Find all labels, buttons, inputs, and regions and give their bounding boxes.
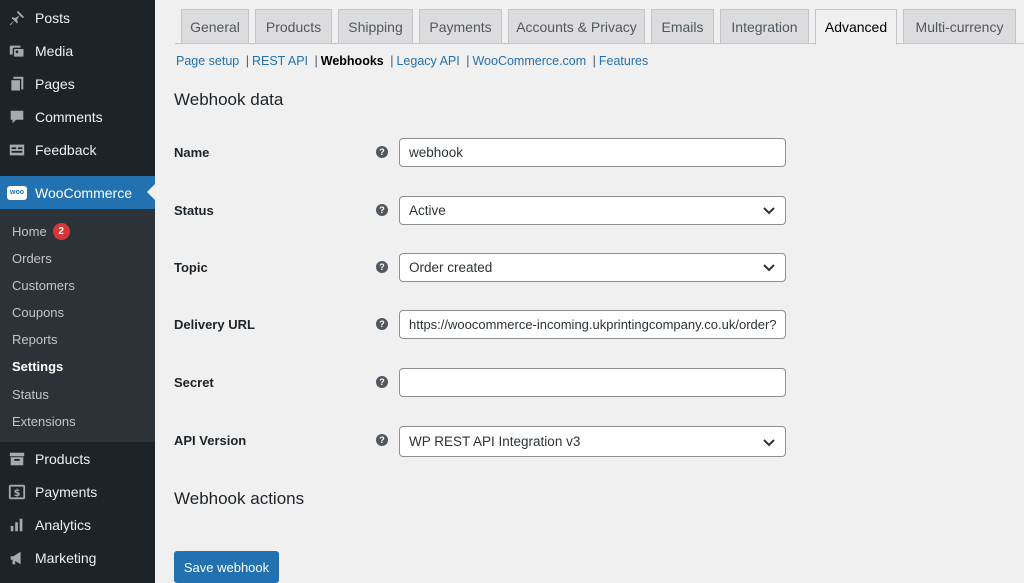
- menu-item-pages[interactable]: Pages: [0, 67, 155, 100]
- help-icon[interactable]: ?: [376, 261, 388, 273]
- save-webhook-button[interactable]: Save webhook: [174, 551, 279, 583]
- chevron-down-icon: [763, 264, 775, 272]
- menu-label: Marketing: [35, 549, 97, 566]
- subnav-separator: |: [390, 54, 394, 68]
- notification-badge: 2: [52, 222, 70, 240]
- submenu-item-reports[interactable]: Reports: [12, 329, 58, 349]
- menu-label: Pages: [35, 75, 75, 92]
- svg-text:$: $: [14, 488, 21, 499]
- menu-item-products[interactable]: Products: [0, 442, 155, 475]
- subnav-separator: |: [466, 54, 470, 68]
- subnav-webhooks: Webhooks: [320, 54, 384, 68]
- submenu-item-status[interactable]: Status: [12, 384, 49, 404]
- tab-general[interactable]: General: [181, 9, 249, 44]
- api-version-select[interactable]: WP REST API Integration v3: [399, 426, 786, 457]
- comment-icon: [0, 108, 34, 126]
- menu-label: Analytics: [35, 516, 92, 533]
- help-icon[interactable]: ?: [376, 434, 388, 446]
- woocommerce-submenu: Home 2 Orders Customers Coupons Reports …: [0, 209, 155, 442]
- menu-item-woocommerce[interactable]: woo WooCommerce: [0, 176, 155, 209]
- secret-label: Secret: [174, 375, 214, 390]
- subnav-legacy-api[interactable]: Legacy API: [396, 54, 459, 68]
- subnav-page-setup[interactable]: Page setup: [176, 54, 239, 68]
- webhook-data-heading: Webhook data: [174, 90, 284, 109]
- topic-select-value: Order created: [409, 260, 493, 275]
- subnav-features[interactable]: Features: [599, 54, 648, 68]
- bar-chart-icon: [0, 516, 34, 534]
- dollar-icon: $: [0, 483, 34, 501]
- tab-multi-currency[interactable]: Multi-currency: [903, 9, 1016, 44]
- megaphone-icon: [0, 549, 34, 567]
- menu-label: Comments: [35, 108, 103, 125]
- pushpin-icon: [0, 9, 34, 27]
- submenu-item-coupons[interactable]: Coupons: [12, 302, 64, 322]
- menu-item-payments[interactable]: $ Payments: [0, 475, 155, 508]
- status-label: Status: [174, 203, 214, 218]
- chevron-down-icon: [763, 207, 775, 215]
- subnav-separator: |: [245, 54, 249, 68]
- chevron-down-icon: [763, 439, 775, 447]
- webhook-actions-heading: Webhook actions: [174, 489, 305, 508]
- feedback-icon: [0, 141, 34, 159]
- status-select-value: Active: [409, 203, 446, 218]
- subsection-nav: Page setup | REST API | Webhooks | Legacy A…: [176, 54, 648, 68]
- menu-item-media[interactable]: Media: [0, 34, 155, 67]
- status-select[interactable]: Active: [399, 196, 786, 225]
- name-label: Name: [174, 145, 210, 160]
- menu-item-posts[interactable]: Posts: [0, 1, 155, 34]
- tab-shipping[interactable]: Shipping: [338, 9, 413, 44]
- archive-icon: [0, 450, 34, 468]
- submenu-item-home[interactable]: Home 2: [12, 221, 70, 241]
- subnav-separator: |: [592, 54, 596, 68]
- submenu-item-settings[interactable]: Settings: [12, 356, 63, 376]
- menu-item-marketing[interactable]: Marketing: [0, 541, 155, 574]
- delivery-url-input[interactable]: https://woocommerce-incoming.ukprintingc…: [399, 310, 786, 339]
- menu-item-feedback[interactable]: Feedback: [0, 133, 155, 166]
- tab-payments[interactable]: Payments: [419, 9, 502, 44]
- subnav-woocommerce-com[interactable]: WooCommerce.com: [472, 54, 586, 68]
- tab-integration[interactable]: Integration: [720, 9, 809, 44]
- pages-icon: [0, 75, 34, 93]
- topic-label: Topic: [174, 260, 208, 275]
- help-icon[interactable]: ?: [376, 318, 388, 330]
- delivery-url-label: Delivery URL: [174, 317, 255, 332]
- tab-accounts-privacy[interactable]: Accounts & Privacy: [508, 9, 645, 44]
- api-version-select-value: WP REST API Integration v3: [409, 434, 581, 449]
- api-version-label: API Version: [174, 433, 247, 448]
- woo-logo: woo: [7, 185, 27, 200]
- tab-emails[interactable]: Emails: [651, 9, 714, 44]
- menu-label: Posts: [35, 9, 71, 26]
- menu-label: Feedback: [35, 141, 97, 158]
- woo-icon: woo: [0, 185, 34, 200]
- tab-products[interactable]: Products: [255, 9, 332, 44]
- help-icon[interactable]: ?: [376, 376, 388, 388]
- media-icon: [0, 42, 34, 60]
- menu-label: Products: [35, 450, 91, 467]
- current-menu-arrow: [147, 184, 155, 200]
- topic-select[interactable]: Order created: [399, 253, 786, 282]
- subnav-rest-api[interactable]: REST API: [252, 54, 308, 68]
- menu-label: Payments: [35, 483, 98, 500]
- help-icon[interactable]: ?: [376, 204, 388, 216]
- menu-label: WooCommerce: [35, 184, 132, 201]
- tab-advanced[interactable]: Advanced: [815, 9, 897, 45]
- subnav-separator: |: [314, 54, 318, 68]
- help-icon[interactable]: ?: [376, 146, 388, 158]
- menu-item-comments[interactable]: Comments: [0, 100, 155, 133]
- submenu-label: Home: [12, 223, 47, 239]
- admin-sidebar: Posts Media Pages Comments Feedback woo …: [0, 0, 155, 583]
- submenu-item-extensions[interactable]: Extensions: [12, 411, 76, 431]
- menu-label: Media: [35, 42, 74, 59]
- name-input[interactable]: webhook: [399, 138, 786, 167]
- secret-input[interactable]: [399, 368, 786, 397]
- submenu-item-orders[interactable]: Orders: [12, 248, 52, 268]
- menu-item-analytics[interactable]: Analytics: [0, 508, 155, 541]
- submenu-item-customers[interactable]: Customers: [12, 275, 75, 295]
